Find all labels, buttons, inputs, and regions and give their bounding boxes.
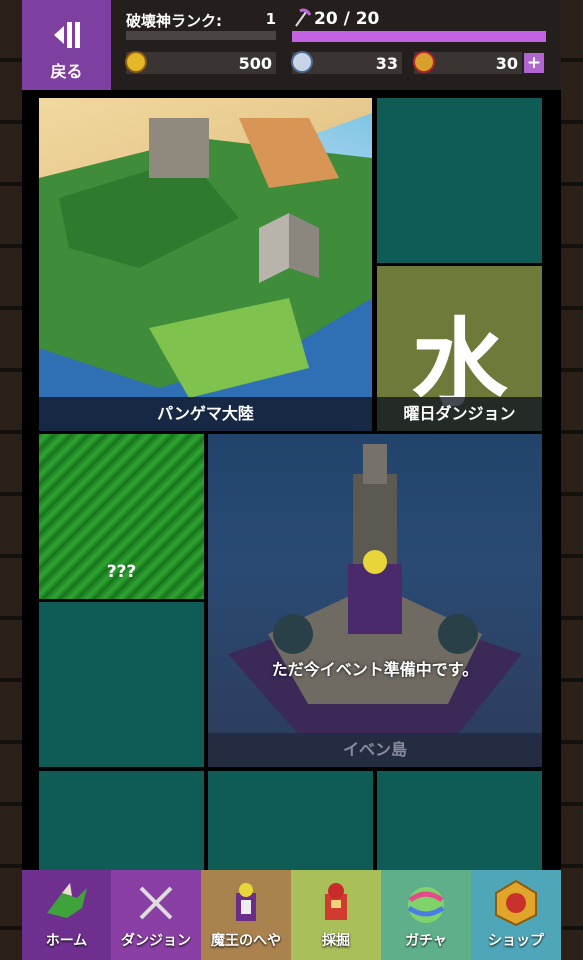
rank-progress-bar bbox=[126, 31, 276, 40]
back-button[interactable]: 戻る bbox=[22, 0, 111, 90]
tab-demon-king-room-label: 魔王のへや bbox=[211, 933, 281, 949]
pickaxe-icon bbox=[295, 8, 311, 27]
unknown-caption: ??? bbox=[106, 562, 137, 582]
medal-icon bbox=[413, 51, 435, 73]
tab-dungeon[interactable]: ダンジョン bbox=[111, 870, 201, 960]
gacha-orb-icon bbox=[407, 887, 445, 923]
empty-tile bbox=[377, 771, 542, 870]
add-medals-button[interactable]: + bbox=[524, 53, 544, 73]
tab-shop[interactable]: ショップ bbox=[471, 870, 561, 960]
dragon-icon bbox=[46, 883, 87, 918]
empty-tile bbox=[377, 98, 542, 263]
pangea-map-art bbox=[39, 118, 372, 398]
back-arrow-icon bbox=[54, 22, 80, 48]
weekday-dungeon-caption: 曜日ダンジョン bbox=[377, 397, 542, 431]
medals-value: 30 bbox=[495, 54, 518, 73]
back-label: 戻る bbox=[50, 62, 83, 81]
right-border bbox=[561, 0, 583, 960]
tab-gacha[interactable]: ガチャ bbox=[381, 870, 471, 960]
tab-home[interactable]: ホーム bbox=[22, 870, 111, 960]
bottom-tab-bar: ホーム ダンジョン 魔王のへや 採掘 ガチャ ショップ bbox=[22, 870, 561, 960]
weekday-dungeon-tile[interactable]: 水 曜日ダンジョン bbox=[377, 266, 542, 431]
left-border bbox=[0, 0, 22, 960]
tab-shop-label: ショップ bbox=[488, 933, 544, 949]
empty-tile bbox=[39, 771, 204, 870]
dungeon-grid: パンゲマ大陸 水 曜日ダンジョン ??? ただ今イベント準備中です。 イベン島 bbox=[22, 90, 561, 870]
tab-dungeon-label: ダンジョン bbox=[121, 933, 191, 949]
gems-value: 33 bbox=[375, 54, 398, 73]
header-bar: 戻る 破壊神ランク: 1 20 / 20 500 33 30 + bbox=[22, 0, 561, 90]
tab-home-label: ホーム bbox=[45, 933, 88, 949]
miner-icon bbox=[325, 883, 347, 920]
unknown-dungeon-tile[interactable]: ??? bbox=[39, 434, 204, 599]
event-island-tile[interactable]: ただ今イベント準備中です。 イベン島 bbox=[208, 434, 542, 767]
tab-mining-label: 採掘 bbox=[322, 933, 350, 949]
tab-gacha-label: ガチャ bbox=[405, 933, 447, 949]
stamina-value: 20 / 20 bbox=[314, 9, 380, 29]
pangea-continent-tile[interactable]: パンゲマ大陸 bbox=[39, 98, 372, 431]
gems-counter: 33 bbox=[291, 51, 402, 74]
event-island-caption: イベン島 bbox=[208, 733, 542, 767]
pangea-caption: パンゲマ大陸 bbox=[39, 397, 372, 431]
event-preparing-message: ただ今イベント準備中です。 bbox=[271, 660, 479, 679]
rank-label: 破壊神ランク: bbox=[126, 12, 222, 30]
medals-counter: 30 bbox=[413, 51, 522, 74]
gem-icon bbox=[291, 51, 313, 73]
stamina-bar bbox=[292, 31, 546, 42]
empty-tile bbox=[39, 602, 204, 767]
event-castle-art bbox=[228, 444, 522, 734]
tab-mining[interactable]: 採掘 bbox=[291, 870, 381, 960]
empty-tile bbox=[208, 771, 373, 870]
points-counter: 500 bbox=[125, 51, 276, 74]
rank-value: 1 bbox=[265, 10, 276, 28]
demon-king-icon bbox=[236, 883, 256, 921]
medal-shop-icon bbox=[495, 879, 537, 927]
points-value: 500 bbox=[238, 54, 272, 73]
crossed-pickaxes-icon bbox=[139, 886, 173, 920]
tab-demon-king-room[interactable]: 魔王のへや bbox=[201, 870, 291, 960]
p-coin-icon bbox=[125, 51, 147, 73]
